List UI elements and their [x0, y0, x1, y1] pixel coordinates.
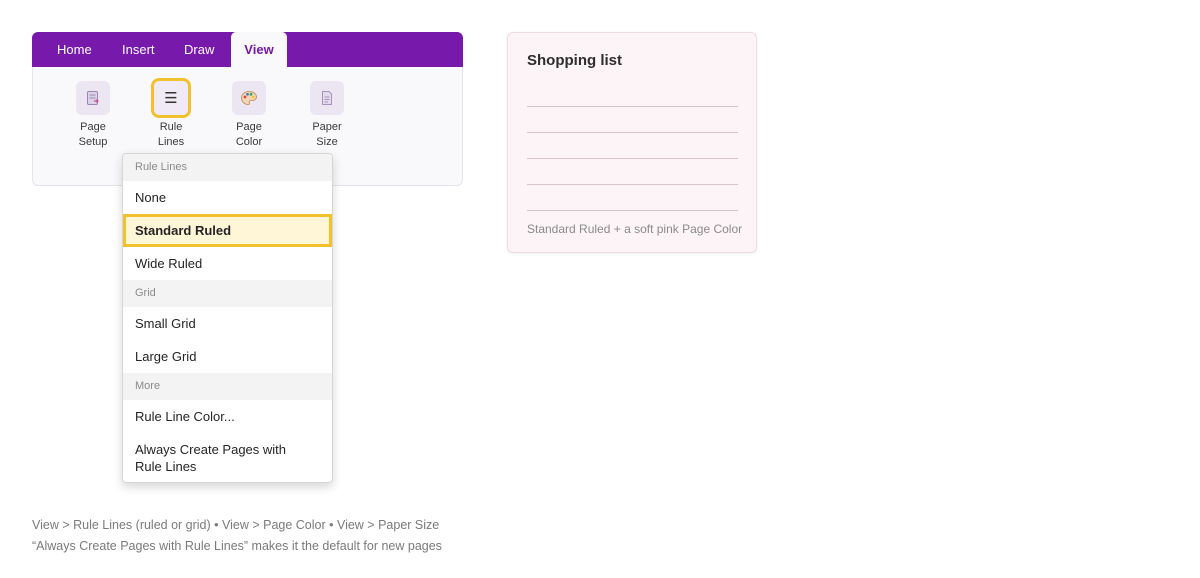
rule-line [527, 210, 738, 211]
menu-item-always-create-pages[interactable]: Always Create Pages with Rule Lines [123, 433, 332, 482]
paper-size-icon [310, 81, 344, 115]
preview-title: Shopping list [527, 52, 622, 69]
tab-draw[interactable]: Draw [184, 32, 214, 67]
rule-line [527, 132, 738, 133]
page-preview-card: Shopping list Standard Ruled + a soft pi… [507, 32, 757, 253]
page-setup-button[interactable]: Page Setup [63, 81, 123, 150]
menu-header-grid: Grid [123, 280, 332, 307]
page-color-label-2: Color [235, 136, 263, 148]
menu-header-more: More [123, 373, 332, 400]
tab-view[interactable]: View [231, 32, 287, 67]
rule-lines-button[interactable]: ☰ Rule Lines [141, 78, 201, 150]
page-setup-icon [76, 81, 110, 115]
rule-lines-label-1: Rule [159, 121, 183, 133]
footer-hint-1: View > Rule Lines (ruled or grid) • View… [32, 518, 440, 532]
page-color-label-1: Page [236, 121, 262, 133]
menu-item-large-grid[interactable]: Large Grid [123, 340, 332, 373]
rule-lines-icon: ☰ [151, 78, 191, 118]
palette-icon [232, 81, 266, 115]
ribbon-tab-bar: Home Insert Draw View [32, 32, 463, 67]
menu-header-rule-lines: Rule Lines [123, 154, 332, 181]
rule-lines-dropdown: Rule Lines None Standard Ruled Wide Rule… [122, 153, 333, 483]
paper-size-label-1: Paper [312, 121, 342, 133]
menu-item-standard-ruled[interactable]: Standard Ruled [123, 214, 332, 247]
tab-insert[interactable]: Insert [122, 32, 155, 67]
page-setup-label-1: Page [80, 121, 106, 133]
page-setup-label-2: Setup [78, 136, 108, 148]
menu-item-small-grid[interactable]: Small Grid [123, 307, 332, 340]
menu-item-wide-ruled[interactable]: Wide Ruled [123, 247, 332, 280]
page-color-button[interactable]: Page Color [219, 81, 279, 150]
tab-home[interactable]: Home [57, 32, 92, 67]
footer-hint-2: “Always Create Pages with Rule Lines” ma… [32, 539, 442, 553]
rule-line [527, 106, 738, 107]
preview-caption: Standard Ruled + a soft pink Page Color [527, 222, 743, 236]
rule-line [527, 184, 738, 185]
paper-size-label-2: Size [316, 136, 338, 148]
menu-item-none[interactable]: None [123, 181, 332, 214]
menu-item-rule-line-color[interactable]: Rule Line Color... [123, 400, 332, 433]
paper-size-button[interactable]: Paper Size [297, 81, 357, 150]
rule-lines-label-2: Lines [157, 136, 185, 148]
rule-line [527, 158, 738, 159]
